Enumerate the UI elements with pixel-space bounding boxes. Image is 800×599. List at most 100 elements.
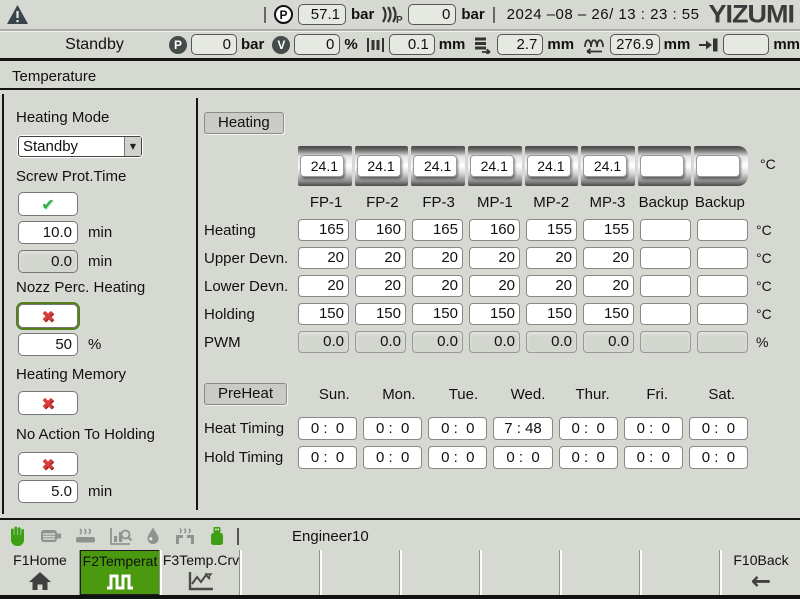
heating-row: Lower Devn.202020202020°C	[204, 272, 790, 300]
temp-input-field[interactable]: 160	[469, 219, 520, 241]
zone-actual-temp: 24.1	[527, 155, 571, 177]
preheat-row: Heat Timing0 : 00 : 00 : 07 : 480 : 00 :…	[204, 414, 764, 443]
temp-input-field[interactable]	[697, 219, 748, 241]
fkey-label: F2Temperat	[83, 553, 158, 569]
timing-input-field[interactable]: 0 : 0	[624, 446, 683, 469]
temp-input-field[interactable]: 20	[412, 247, 463, 269]
timing-input-field[interactable]: 0 : 0	[689, 446, 748, 469]
timing-input-field[interactable]: 0 : 0	[559, 417, 618, 440]
wave-icon	[105, 569, 135, 594]
temp-input-field[interactable]	[697, 247, 748, 269]
timing-input-field[interactable]: 0 : 0	[428, 446, 487, 469]
temp-input-field[interactable]: 20	[526, 247, 577, 269]
preheat-day-row: Sun.Mon.Tue.Wed.Thur.Fri.Sat.	[302, 386, 754, 403]
heating-mode-value: Standby	[19, 137, 124, 156]
temp-input-field[interactable]: 155	[526, 219, 577, 241]
temp-input-field[interactable]: 160	[355, 219, 406, 241]
temp-input-field[interactable]: 150	[469, 303, 520, 325]
timing-input-field[interactable]: 0 : 0	[298, 446, 357, 469]
no-action-toggle-button[interactable]: ✖	[18, 452, 78, 476]
zone-header-row: FP-1FP-2FP-3MP-1MP-2MP-3BackupBackup	[298, 194, 748, 211]
ejector-position-unit: mm	[547, 36, 574, 53]
temp-input-field[interactable]: 20	[469, 247, 520, 269]
screw-prot-elapsed-unit: min	[88, 253, 112, 270]
nozz-perc-input[interactable]: 50	[18, 333, 78, 356]
timing-input-field[interactable]: 0 : 0	[298, 417, 357, 440]
preheat-grid: Heat Timing0 : 00 : 00 : 07 : 480 : 00 :…	[204, 414, 764, 472]
fkey-f2temperat[interactable]: F2Temperat	[80, 550, 160, 595]
temp-input-field[interactable]: 150	[355, 303, 406, 325]
day-header: Tue.	[431, 386, 496, 403]
temp-input-field[interactable]	[640, 219, 691, 241]
timing-input-field[interactable]: 7 : 48	[493, 417, 552, 440]
heating-mode-label: Heating Mode	[16, 109, 109, 126]
screw-position-icon	[582, 35, 606, 54]
barrel-zone: 24.1	[468, 146, 522, 186]
temp-input-field[interactable]	[697, 303, 748, 325]
fkey-empty	[400, 550, 480, 595]
timing-input-field[interactable]: 0 : 0	[363, 446, 422, 469]
temp-input-field[interactable]	[640, 275, 691, 297]
temp-input-field[interactable]: 20	[298, 247, 349, 269]
timing-input-field[interactable]: 0 : 0	[689, 417, 748, 440]
timing-input-field[interactable]: 0 : 0	[559, 446, 618, 469]
temp-input-field[interactable]: 20	[583, 275, 634, 297]
day-header: Sun.	[302, 386, 367, 403]
zone-actual-temp: 24.1	[583, 155, 627, 177]
heating-memory-toggle-button[interactable]: ✖	[18, 391, 78, 415]
chevron-down-icon[interactable]: ▼	[124, 137, 141, 156]
barrel-zone: 24.1	[525, 146, 579, 186]
temp-input-field[interactable]: 165	[412, 219, 463, 241]
screw-prot-time-input[interactable]: 10.0	[18, 221, 78, 244]
timing-input-field[interactable]: 0 : 0	[493, 446, 552, 469]
fkey-empty	[640, 550, 720, 595]
temp-input-field[interactable]: 155	[583, 219, 634, 241]
fkey-f3temp-crv[interactable]: F3Temp.Crv	[160, 550, 240, 595]
screw-prot-time-label: Screw Prot.Time	[16, 168, 126, 185]
temp-input-field[interactable]: 20	[298, 275, 349, 297]
heating-mode-select[interactable]: Standby ▼	[18, 136, 142, 157]
screw-prot-time-unit: min	[88, 224, 112, 241]
temp-input-field[interactable]: 20	[412, 275, 463, 297]
actual-pressure-value: 0	[191, 34, 237, 55]
back-icon: ←	[751, 568, 771, 594]
timing-input-field[interactable]: 0 : 0	[363, 417, 422, 440]
fkey-f10back[interactable]: F10Back←	[720, 550, 800, 595]
actual-temp-unit: °C	[760, 156, 776, 172]
machine-status-bar: Standby P 0 bar V 0 % 0.1 mm 2.7 mm	[0, 31, 800, 61]
row-unit: °C	[748, 222, 782, 238]
timing-input-field[interactable]: 0 : 0	[428, 417, 487, 440]
mold-icon	[173, 526, 197, 546]
motor-icon	[39, 526, 63, 546]
temp-input-field[interactable]: 150	[298, 303, 349, 325]
temp-input-field[interactable]: 20	[469, 275, 520, 297]
readonly-field: 0.0	[355, 331, 406, 353]
readonly-field	[697, 331, 748, 353]
day-header: Fri.	[625, 386, 690, 403]
temp-input-field[interactable]: 20	[583, 247, 634, 269]
timing-input-field[interactable]: 0 : 0	[624, 417, 683, 440]
row-unit: °C	[748, 278, 782, 294]
temp-input-field[interactable]: 20	[526, 275, 577, 297]
readonly-field	[640, 331, 691, 353]
temp-input-field[interactable]: 20	[355, 275, 406, 297]
nozz-perc-toggle-button[interactable]: ✖	[18, 304, 78, 328]
temp-input-field[interactable]: 165	[298, 219, 349, 241]
fkey-f1home[interactable]: F1Home	[0, 550, 80, 595]
barrel-zone	[694, 146, 748, 186]
temp-input-field[interactable]: 150	[412, 303, 463, 325]
temp-input-field[interactable]: 20	[355, 247, 406, 269]
temp-input-field[interactable]: 150	[583, 303, 634, 325]
temp-input-field[interactable]	[697, 275, 748, 297]
screw-prot-toggle-button[interactable]: ✔	[18, 192, 78, 216]
temp-input-field[interactable]: 150	[526, 303, 577, 325]
zone-actual-temp: 24.1	[413, 155, 457, 177]
temp-input-field[interactable]	[640, 247, 691, 269]
temp-input-field[interactable]	[640, 303, 691, 325]
row-unit: °C	[748, 250, 782, 266]
no-action-time-input[interactable]: 5.0	[18, 480, 78, 503]
alarm-warning-icon[interactable]	[6, 4, 29, 25]
zone-header: FP-1	[298, 194, 354, 211]
row-label: Holding	[204, 306, 298, 323]
chart-zoom-icon	[109, 526, 133, 546]
